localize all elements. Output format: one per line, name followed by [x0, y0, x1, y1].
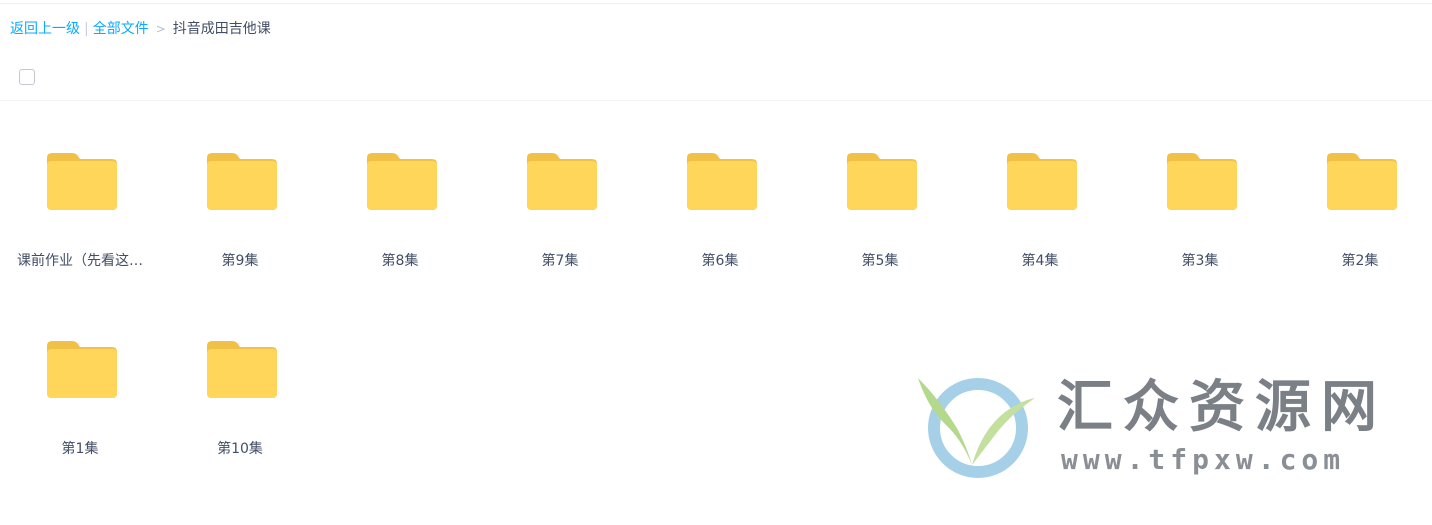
folder-label: 第4集 [1021, 253, 1059, 269]
folder-icon [527, 153, 597, 210]
folder-item[interactable]: 第7集 [480, 130, 640, 280]
list-header [0, 60, 1432, 101]
folder-item[interactable]: 第1集 [0, 318, 160, 468]
folder-item[interactable]: 第10集 [160, 318, 320, 468]
folder-icon [207, 341, 277, 398]
folder-item[interactable]: 第5集 [800, 130, 960, 280]
folder-label: 第2集 [1341, 253, 1379, 269]
folder-label: 第10集 [217, 441, 263, 457]
folder-label: 第5集 [861, 253, 899, 269]
folder-icon [367, 153, 437, 210]
folder-label: 课前作业（先看这… [17, 253, 143, 269]
select-all-checkbox[interactable] [19, 69, 35, 85]
folder-item[interactable]: 第2集 [1280, 130, 1432, 280]
folder-icon [1007, 153, 1077, 210]
folder-icon [47, 153, 117, 210]
folder-item[interactable]: 课前作业（先看这… [0, 130, 160, 280]
breadcrumb-separator: | [84, 21, 89, 37]
folder-label: 第3集 [1181, 253, 1219, 269]
folder-label: 第9集 [221, 253, 259, 269]
breadcrumb-arrow: > [155, 22, 166, 36]
all-files-link[interactable]: 全部文件 [93, 21, 149, 37]
folder-label: 第6集 [701, 253, 739, 269]
folder-icon [847, 153, 917, 210]
top-divider [0, 3, 1432, 4]
back-link[interactable]: 返回上一级 [10, 21, 80, 37]
folder-item[interactable]: 第9集 [160, 130, 320, 280]
folder-item[interactable]: 第3集 [1120, 130, 1280, 280]
folder-icon [207, 153, 277, 210]
folder-item[interactable]: 第8集 [320, 130, 480, 280]
folder-item[interactable]: 第4集 [960, 130, 1120, 280]
folder-icon [1327, 153, 1397, 210]
folder-icon [687, 153, 757, 210]
folder-grid: 课前作业（先看这… 第9集 第8集 第7集 第6集 第5集 第4集 第3集 第2… [0, 130, 1432, 510]
folder-label: 第1集 [61, 441, 99, 457]
folder-icon [1167, 153, 1237, 210]
current-folder-label: 抖音成田吉他课 [172, 21, 271, 37]
folder-label: 第8集 [381, 253, 419, 269]
breadcrumb: 返回上一级 | 全部文件 > 抖音成田吉他课 [10, 19, 271, 39]
folder-item[interactable]: 第6集 [640, 130, 800, 280]
folder-label: 第7集 [541, 253, 579, 269]
folder-icon [47, 341, 117, 398]
